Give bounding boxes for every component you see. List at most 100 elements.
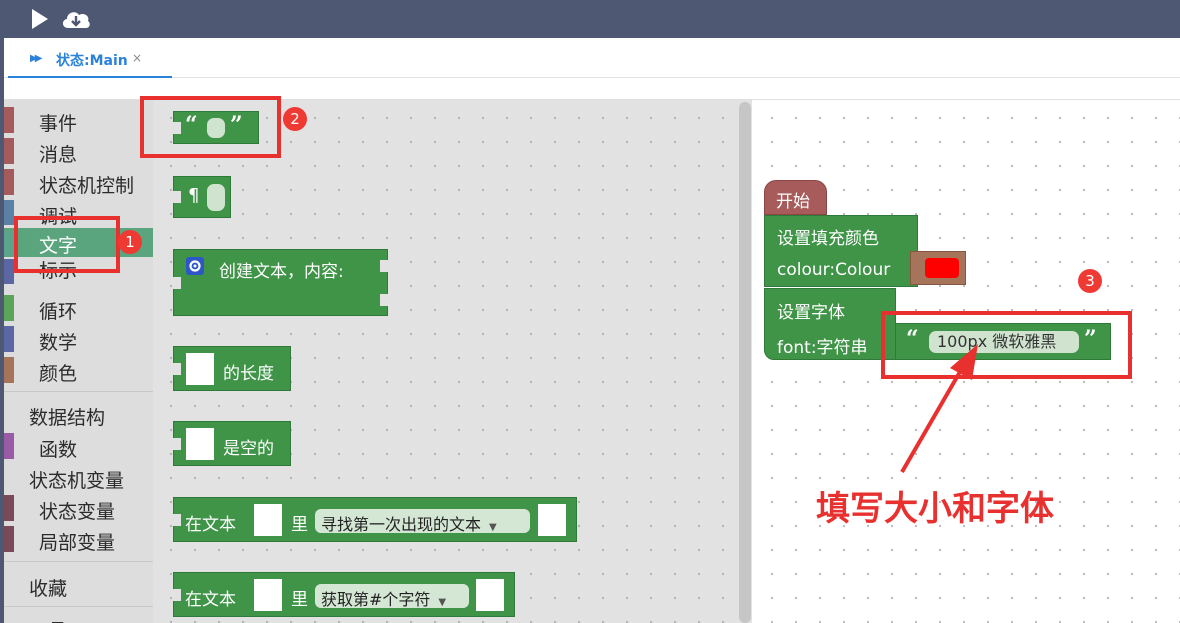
category-label: 工具 — [29, 616, 67, 623]
tab-state-main[interactable]: ▶▶ 状态:Main × — [8, 38, 172, 78]
newline-block[interactable]: ¶ — [173, 176, 231, 218]
category-sidebar: 事件 消息 状态机控制 调试 文字 标示 循环 数学 颜色 数据结构 函数 状态… — [4, 100, 153, 623]
tab-label: 状态:Main — [56, 53, 128, 69]
category-events[interactable]: 事件 — [4, 104, 153, 135]
annotation-note: 填写大小和字体 — [816, 489, 1054, 529]
in-text-label: 在文本 — [185, 515, 236, 535]
colour-swatch[interactable] — [925, 258, 959, 278]
play-icon[interactable] — [26, 6, 52, 32]
start-label: 开始 — [776, 192, 810, 212]
input-slot[interactable] — [380, 294, 389, 306]
create-text-label: 创建文本，内容: — [219, 262, 344, 282]
is-empty-label: 是空的 — [223, 439, 274, 459]
divider — [4, 606, 153, 607]
category-math[interactable]: 数学 — [4, 323, 153, 354]
flyout-scrollbar[interactable] — [739, 102, 751, 623]
cloud-download-icon[interactable] — [60, 6, 92, 32]
category-fsm-control[interactable]: 状态机控制 — [4, 166, 153, 197]
category-debug[interactable]: 调试 — [4, 197, 153, 225]
category-local-variables[interactable]: 局部变量 — [4, 523, 153, 554]
text-input-field[interactable] — [207, 118, 225, 138]
colour-param-label: colour:Colour — [777, 260, 891, 280]
category-label: 文字 — [39, 235, 78, 257]
category-messages[interactable]: 消息 — [4, 135, 153, 166]
category-flags[interactable]: 标示 — [4, 259, 153, 284]
category-label: 状态变量 — [39, 501, 116, 523]
category-color-bar — [4, 526, 14, 552]
category-fsm-variables[interactable]: 状态机变量 — [4, 461, 153, 492]
category-color-bar — [4, 326, 14, 352]
category-label: 函数 — [39, 439, 78, 461]
annotation-badge-3: 3 — [1078, 269, 1102, 293]
top-toolbar — [0, 0, 1180, 38]
block-nub — [173, 438, 181, 450]
create-text-block[interactable]: 创建文本，内容: — [173, 249, 389, 316]
divider — [4, 391, 153, 392]
block-nub — [173, 277, 181, 289]
category-label: 标示 — [39, 260, 78, 282]
input-slot[interactable] — [476, 579, 504, 611]
category-tools[interactable]: 工具 — [4, 612, 153, 623]
category-color-bar — [4, 169, 14, 195]
block-nub — [173, 122, 181, 134]
category-color-bar — [4, 107, 14, 133]
pilcrow-label: ¶ — [188, 185, 200, 206]
in-label: 里 — [291, 590, 308, 610]
input-slot[interactable] — [186, 428, 214, 460]
category-label: 状态机控制 — [39, 175, 135, 197]
category-label: 颜色 — [39, 363, 78, 385]
input-slot[interactable] — [538, 504, 566, 536]
category-color-bar — [4, 495, 14, 521]
category-state-variables[interactable]: 状态变量 — [4, 492, 153, 523]
text-is-empty-block[interactable]: 是空的 — [173, 421, 291, 466]
text-length-block[interactable]: 的长度 — [173, 346, 291, 391]
category-label: 状态机变量 — [29, 470, 125, 492]
category-loops[interactable]: 循环 — [4, 292, 153, 323]
block-nub — [173, 363, 181, 375]
in-text-label: 在文本 — [185, 590, 236, 610]
dropdown-value: 获取第#个字符 — [321, 590, 431, 609]
input-slot[interactable] — [186, 353, 214, 385]
category-color-bar — [4, 231, 14, 257]
close-icon[interactable]: × — [132, 51, 142, 65]
text-literal-block[interactable]: “ ” — [173, 111, 259, 144]
quote-close: ” — [230, 112, 243, 138]
category-functions[interactable]: 函数 — [4, 430, 153, 461]
gear-icon[interactable] — [186, 257, 204, 275]
dropdown-value: 寻找第一次出现的文本 — [321, 515, 482, 534]
set-fill-color-block[interactable]: 设置填充颜色 colour:Colour — [764, 215, 918, 287]
text-char-at-block[interactable]: 在文本 里 获取第#个字符 ▼ — [173, 572, 515, 617]
category-color-bar — [4, 433, 14, 459]
category-label: 数据结构 — [29, 407, 106, 429]
category-label: 消息 — [39, 144, 78, 166]
quote-open: “ — [185, 112, 198, 138]
tab-play-icon: ▶▶ — [30, 53, 43, 64]
input-slot[interactable] — [254, 504, 282, 536]
text-index-of-block[interactable]: 在文本 里 寻找第一次出现的文本 ▼ — [173, 497, 577, 542]
char-mode-dropdown[interactable]: 获取第#个字符 ▼ — [315, 584, 469, 609]
in-label: 里 — [291, 515, 308, 535]
length-label: 的长度 — [223, 364, 274, 384]
annotation-badge-2: 2 — [283, 107, 307, 131]
newline-field[interactable] — [207, 184, 225, 211]
set-font-block[interactable]: 设置字体 font:字符串 — [764, 288, 896, 360]
set-fill-label: 设置填充颜色 — [777, 229, 879, 249]
colour-picker-block[interactable] — [910, 251, 966, 285]
category-colour[interactable]: 颜色 — [4, 354, 153, 385]
annotation-badge-1: 1 — [118, 230, 142, 254]
category-favorites[interactable]: 收藏 — [4, 569, 153, 600]
tab-strip: ▶▶ 状态:Main × — [4, 38, 1180, 78]
font-param-label: font:字符串 — [777, 338, 868, 358]
category-label: 数学 — [39, 332, 78, 354]
annotation-arrow — [900, 344, 978, 474]
category-data-structures[interactable]: 数据结构 — [4, 398, 153, 429]
find-mode-dropdown[interactable]: 寻找第一次出现的文本 ▼ — [315, 509, 530, 534]
chevron-down-icon: ▼ — [489, 522, 497, 533]
block-nub — [173, 191, 181, 203]
category-label: 事件 — [39, 113, 78, 135]
divider — [4, 561, 153, 562]
input-slot[interactable] — [380, 260, 389, 272]
input-slot[interactable] — [254, 579, 282, 611]
start-hat-block[interactable]: 开始 — [764, 180, 827, 215]
category-label: 局部变量 — [39, 532, 116, 554]
